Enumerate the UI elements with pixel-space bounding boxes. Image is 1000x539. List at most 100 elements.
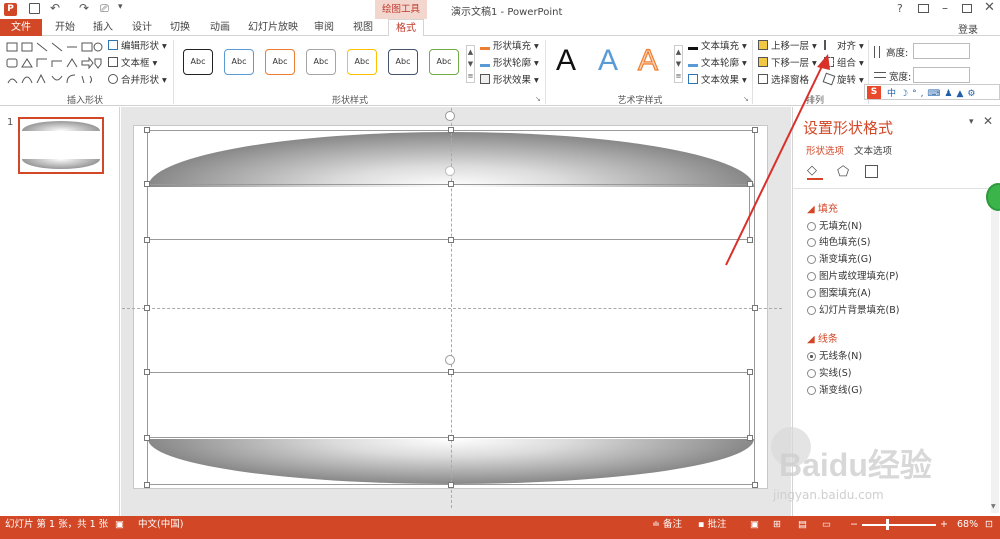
line-option-none[interactable]: 无线条(N) <box>807 350 862 364</box>
shape-fill-button[interactable]: 形状填充 ▾ <box>480 40 539 54</box>
slide-sorter-icon[interactable]: ⊞ <box>773 516 781 534</box>
textbox-button[interactable]: 文本框 ▾ <box>108 57 157 71</box>
slide-canvas[interactable] <box>121 107 791 516</box>
resize-handle[interactable] <box>448 127 454 133</box>
pane-options-dropdown[interactable]: ▾ <box>969 117 974 127</box>
tab-view[interactable]: 视图 <box>346 19 380 36</box>
resize-handle[interactable] <box>144 237 150 243</box>
resize-handle[interactable] <box>448 369 454 375</box>
slide-thumbnail[interactable] <box>18 117 104 174</box>
zoom-level[interactable]: 68% <box>957 516 978 534</box>
rotate-handle-icon[interactable] <box>445 355 455 365</box>
slide[interactable] <box>122 108 782 508</box>
rotate-handle-icon[interactable] <box>445 111 455 121</box>
customize-qat-icon[interactable]: ▾ <box>118 2 123 12</box>
ime-toolbar[interactable]: S 中☽°,⌨♟▲⚙ <box>864 84 1000 100</box>
zoom-in-button[interactable]: + <box>940 516 948 534</box>
sogou-icon: S <box>867 86 881 99</box>
pane-close-button[interactable]: ✕ <box>983 114 993 128</box>
zoom-out-button[interactable]: − <box>850 516 858 534</box>
fill-option-picture[interactable]: 图片或纹理填充(P) <box>807 270 899 284</box>
normal-view-icon[interactable]: ▣ <box>750 516 759 534</box>
line-section-toggle[interactable]: ◢ 线条 <box>807 330 838 345</box>
shape-style-4[interactable]: Abc <box>306 49 336 75</box>
tab-format[interactable]: 格式 <box>388 19 424 37</box>
maximize-button[interactable] <box>962 4 972 13</box>
resize-handle[interactable] <box>144 127 150 133</box>
slideshow-view-icon[interactable]: ▭ <box>822 516 831 534</box>
resize-handle[interactable] <box>448 237 454 243</box>
shape-outline-button[interactable]: 形状轮廓 ▾ <box>480 57 539 71</box>
tab-review[interactable]: 审阅 <box>307 19 341 36</box>
resize-handle[interactable] <box>448 181 454 187</box>
resize-handle[interactable] <box>144 482 150 488</box>
zoom-slider-thumb[interactable] <box>886 519 889 530</box>
tab-transitions[interactable]: 切换 <box>163 19 197 36</box>
close-button[interactable]: ✕ <box>984 0 995 15</box>
shape-style-7[interactable]: Abc <box>429 49 459 75</box>
resize-handle[interactable] <box>448 435 454 441</box>
line-option-solid[interactable]: 实线(S) <box>807 367 851 381</box>
resize-handle[interactable] <box>752 305 758 311</box>
redo-icon[interactable]: ↷ <box>79 1 89 15</box>
rotate-handle-icon[interactable] <box>445 166 455 176</box>
spell-check-icon[interactable]: ▣ <box>115 516 124 534</box>
shape-style-3[interactable]: Abc <box>265 49 295 75</box>
size-properties-icon[interactable] <box>865 165 878 178</box>
minimize-button[interactable]: – <box>942 1 948 15</box>
merge-shapes-button[interactable]: 合并形状 ▾ <box>108 74 167 88</box>
ribbon-tabs: 文件 开始 插入 设计 切换 动画 幻灯片放映 审阅 视图 格式 登录 <box>0 19 1000 37</box>
comments-button[interactable]: ▪ 批注 <box>698 516 726 534</box>
resize-handle[interactable] <box>448 482 454 488</box>
resize-handle[interactable] <box>144 305 150 311</box>
tab-design[interactable]: 设计 <box>125 19 159 36</box>
width-input[interactable] <box>913 67 970 83</box>
fit-slide-icon[interactable]: ⊡ <box>985 516 993 534</box>
group-label-shape-styles: 形状样式 <box>331 96 368 106</box>
resize-handle[interactable] <box>752 482 758 488</box>
shape-effects-button[interactable]: 形状效果 ▾ <box>480 74 539 88</box>
tab-text-options[interactable]: 文本选项 <box>854 143 892 157</box>
fill-option-slide-background[interactable]: 幻灯片背景填充(B) <box>807 304 899 318</box>
shape-styles-scroll[interactable]: ▲ ▼ ≡ <box>466 45 475 83</box>
notes-button[interactable]: ≐ 备注 <box>652 516 682 534</box>
shape-style-5[interactable]: Abc <box>347 49 377 75</box>
language-status[interactable]: 中文(中国) <box>138 516 183 534</box>
resize-handle[interactable] <box>747 369 753 375</box>
dialog-launcher-icon[interactable]: ↘ <box>535 95 541 103</box>
shape-gallery[interactable] <box>5 40 103 88</box>
start-from-beginning-icon[interactable]: ⎚ <box>100 2 109 16</box>
shape-style-6[interactable]: Abc <box>388 49 418 75</box>
ribbon-display-options-icon[interactable] <box>918 4 929 13</box>
width-label: 宽度: <box>889 72 912 83</box>
fill-option-pattern[interactable]: 图案填充(A) <box>807 287 871 301</box>
login-link[interactable]: 登录 <box>958 21 978 36</box>
wordart-style-blue[interactable]: A <box>598 44 618 78</box>
shape-style-2[interactable]: Abc <box>224 49 254 75</box>
help-button[interactable]: ? <box>897 2 903 15</box>
reading-view-icon[interactable]: ▤ <box>798 516 807 534</box>
tab-insert[interactable]: 插入 <box>86 19 120 36</box>
resize-handle[interactable] <box>144 435 150 441</box>
pane-scrollbar[interactable]: ▲ ▼ <box>991 195 999 513</box>
tab-home[interactable]: 开始 <box>48 19 82 36</box>
tab-file[interactable]: 文件 <box>0 19 42 36</box>
wordart-scroll[interactable]: ▲ ▼ ≡ <box>674 45 683 83</box>
scroll-down-icon[interactable]: ▼ <box>991 503 996 510</box>
tab-slideshow[interactable]: 幻灯片放映 <box>244 19 302 36</box>
resize-handle[interactable] <box>144 181 150 187</box>
line-option-gradient[interactable]: 渐变线(G) <box>807 384 862 398</box>
save-icon[interactable] <box>29 3 40 14</box>
resize-handle[interactable] <box>144 369 150 375</box>
resize-handle[interactable] <box>747 435 753 441</box>
wordart-style-orange[interactable]: A <box>637 43 658 78</box>
shape-style-1[interactable]: Abc <box>183 49 213 75</box>
zoom-slider[interactable] <box>862 519 936 530</box>
tab-animations[interactable]: 动画 <box>203 19 237 36</box>
edit-shape-label: 编辑形状 <box>121 41 160 52</box>
wordart-style-black[interactable]: A <box>556 44 576 78</box>
undo-icon[interactable]: ↶ <box>50 1 60 15</box>
edit-shape-button[interactable]: 编辑形状 ▾ <box>108 40 167 54</box>
height-input[interactable] <box>913 43 970 59</box>
notes-label: 备注 <box>662 519 682 530</box>
